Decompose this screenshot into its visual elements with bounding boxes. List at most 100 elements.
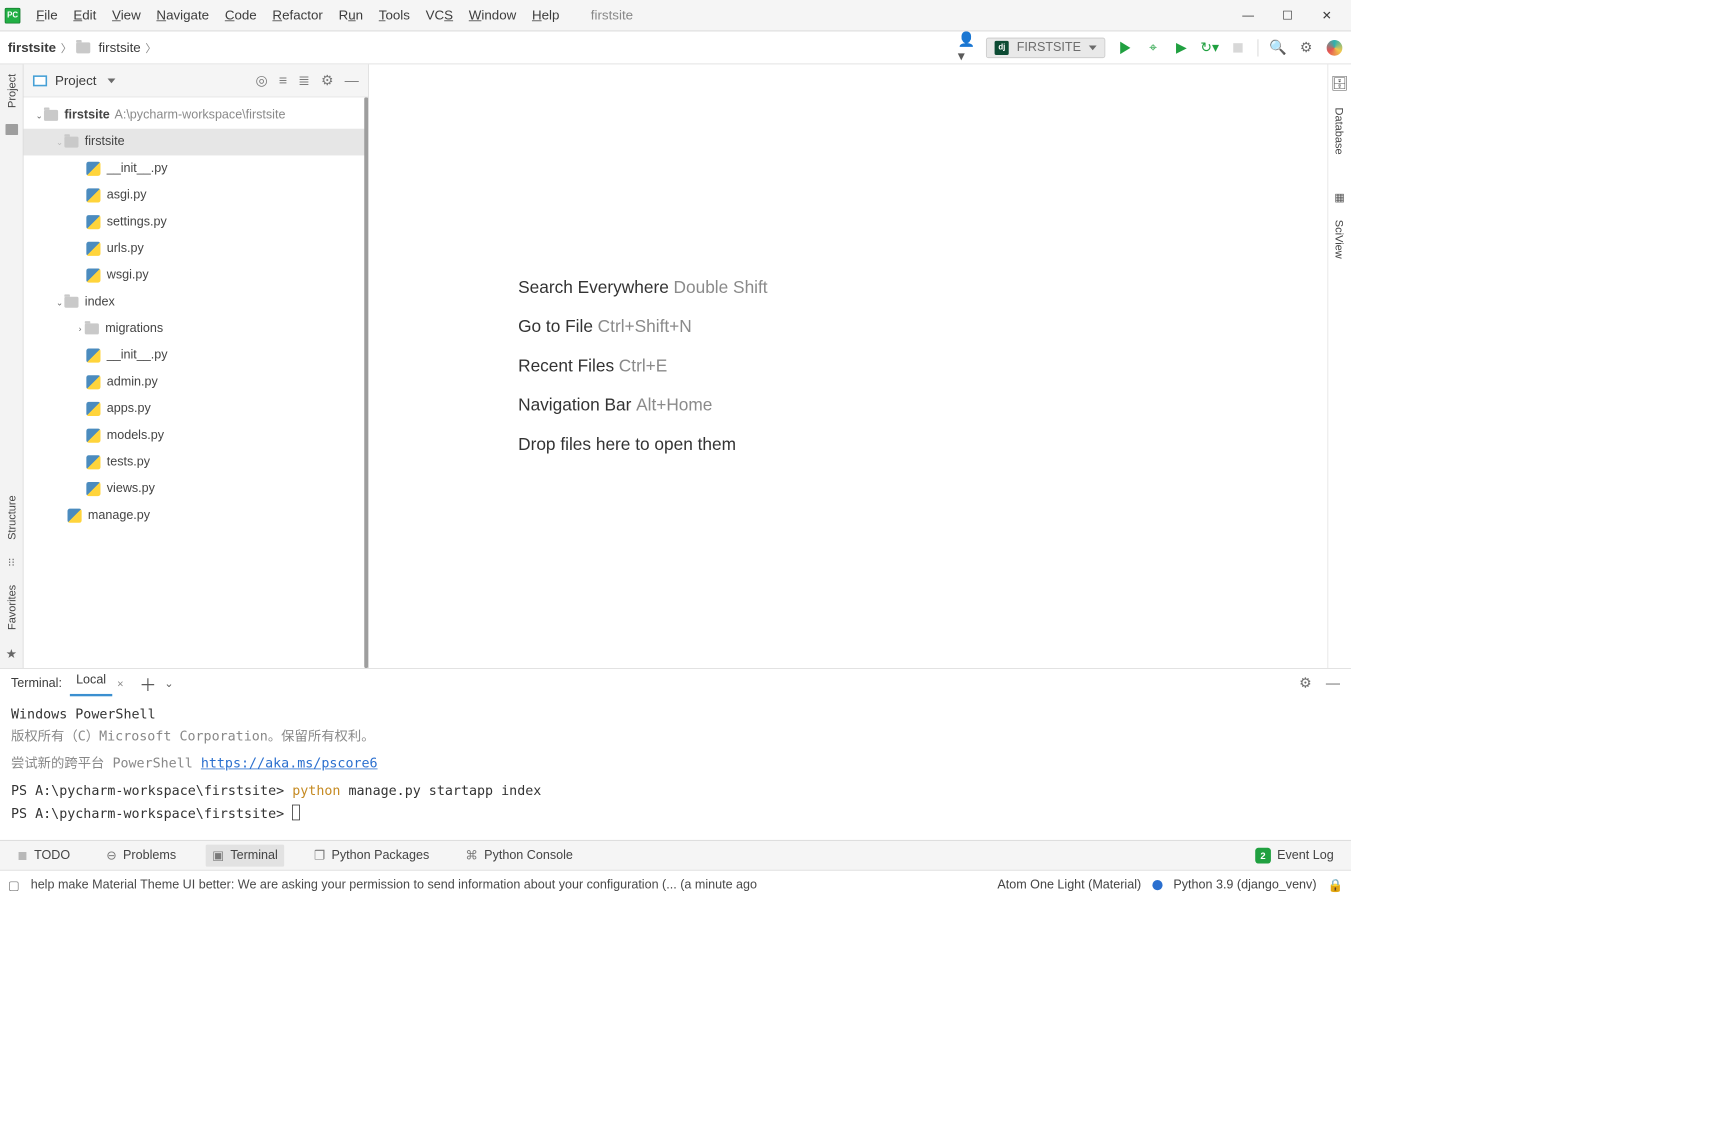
hide-icon[interactable]: —	[1326, 675, 1340, 691]
chevron-down-icon[interactable]	[107, 78, 115, 83]
hint-drop-files: Drop files here to open them	[518, 434, 736, 454]
menu-edit[interactable]: Edit	[65, 4, 104, 26]
menu-tools[interactable]: Tools	[371, 4, 418, 26]
python-file-icon	[86, 455, 100, 469]
tree-folder-index[interactable]: ⌄ index	[24, 289, 369, 316]
python-icon: ⌘	[465, 847, 478, 863]
tool-tab-project[interactable]: Project	[5, 69, 18, 113]
python-file-icon	[86, 349, 100, 363]
tool-tab-favorites[interactable]: Favorites	[5, 580, 18, 635]
tree-file[interactable]: models.py	[24, 422, 369, 449]
status-message[interactable]: help make Material Theme UI better: We a…	[31, 878, 757, 892]
project-header-label[interactable]: Project	[55, 73, 97, 89]
menu-help[interactable]: Help	[524, 4, 567, 26]
tool-tab-terminal[interactable]: ▣Terminal	[206, 844, 284, 866]
menu-code[interactable]: Code	[217, 4, 265, 26]
sciview-icon[interactable]: ▦	[1334, 191, 1344, 204]
maximize-button[interactable]: ☐	[1268, 0, 1307, 31]
tree-file[interactable]: settings.py	[24, 209, 369, 236]
menu-run[interactable]: Run	[331, 4, 371, 26]
menu-file[interactable]: File	[28, 4, 65, 26]
tree-folder-migrations[interactable]: › migrations	[24, 316, 369, 343]
terminal-output[interactable]: Windows PowerShell 版权所有（C）Microsoft Corp…	[0, 698, 1351, 840]
gear-icon[interactable]: ⚙	[321, 72, 334, 88]
chevron-right-icon: 〉	[145, 40, 156, 56]
run-button[interactable]	[1116, 39, 1133, 56]
tree-file[interactable]: urls.py	[24, 236, 369, 263]
tree-file[interactable]: admin.py	[24, 369, 369, 396]
tool-tab-todo[interactable]: ≣TODO	[11, 844, 76, 866]
terminal-tab-local[interactable]: Local	[70, 670, 113, 696]
tool-tab-event-log[interactable]: 2Event Log	[1249, 844, 1340, 866]
caret-down-icon[interactable]: ⌄	[55, 297, 64, 307]
add-user-icon[interactable]: 👤▾	[958, 39, 975, 56]
tree-file[interactable]: tests.py	[24, 449, 369, 476]
status-interpreter[interactable]: Python 3.9 (django_venv)	[1173, 878, 1316, 892]
debug-button[interactable]: ⌖	[1145, 39, 1162, 56]
run-config-selector[interactable]: dj FIRSTSITE	[986, 37, 1105, 57]
expand-all-icon[interactable]: ≡	[279, 72, 287, 88]
rerun-button[interactable]: ↻▾	[1201, 39, 1218, 56]
warning-icon: ⊖	[106, 847, 117, 863]
menu-navigate[interactable]: Navigate	[149, 4, 217, 26]
tool-window-toggle-icon[interactable]: ▢	[8, 877, 20, 893]
stop-button[interactable]	[1229, 39, 1246, 56]
hint-search-everywhere: Search EverywhereDouble Shift	[518, 277, 768, 297]
tool-tab-problems[interactable]: ⊖Problems	[100, 844, 182, 866]
add-terminal-icon[interactable]: ＋	[139, 671, 156, 696]
collapse-all-icon[interactable]: ≣	[298, 72, 310, 88]
window-title: firstsite	[591, 7, 633, 23]
project-view-icon	[33, 75, 47, 86]
tree-file[interactable]: views.py	[24, 476, 369, 503]
breadcrumb-child[interactable]: firstsite	[98, 40, 140, 56]
tool-tab-sciview[interactable]: SciView	[1333, 215, 1346, 263]
django-icon: dj	[995, 40, 1009, 54]
tree-node-label: manage.py	[88, 509, 150, 523]
tool-tab-python-packages[interactable]: ❒Python Packages	[308, 844, 436, 866]
tree-node-label: urls.py	[107, 242, 144, 256]
menu-window[interactable]: Window	[461, 4, 524, 26]
caret-down-icon[interactable]: ⌄	[55, 137, 64, 147]
tree-node-label: __init__.py	[107, 349, 168, 363]
tool-tab-structure[interactable]: Structure	[5, 491, 18, 545]
caret-right-icon[interactable]: ›	[75, 324, 84, 333]
settings-icon[interactable]: ⚙	[1298, 39, 1315, 56]
gear-icon[interactable]: ⚙	[1299, 675, 1312, 691]
lock-icon[interactable]: 🔒	[1327, 877, 1343, 893]
tree-file-manage[interactable]: manage.py	[24, 502, 369, 529]
chevron-down-icon[interactable]: ⌄	[164, 677, 173, 690]
left-tool-strip: Project Structure ⁝⁝ Favorites ★	[0, 64, 24, 667]
hint-goto-file: Go to FileCtrl+Shift+N	[518, 317, 692, 337]
folder-icon	[64, 137, 78, 148]
menu-view[interactable]: View	[104, 4, 148, 26]
tree-root-path: A:\pycharm-workspace\firstsite	[114, 108, 285, 122]
tree-folder-firstsite[interactable]: ⌄ firstsite	[24, 129, 369, 156]
tree-file[interactable]: __init__.py	[24, 155, 369, 182]
minimize-button[interactable]: —	[1229, 0, 1268, 31]
tool-tab-python-console[interactable]: ⌘Python Console	[459, 844, 579, 866]
locate-icon[interactable]: ◎	[256, 72, 268, 88]
tree-root[interactable]: ⌄ firstsite A:\pycharm-workspace\firstsi…	[24, 102, 369, 129]
search-icon[interactable]: 🔍	[1269, 39, 1286, 56]
hide-icon[interactable]: —	[345, 72, 359, 88]
close-button[interactable]: ✕	[1307, 0, 1346, 31]
project-tree[interactable]: ⌄ firstsite A:\pycharm-workspace\firstsi…	[24, 97, 369, 667]
breadcrumb[interactable]: firstsite 〉 firstsite 〉	[8, 40, 157, 56]
run-coverage-button[interactable]: ▶	[1173, 39, 1190, 56]
caret-down-icon[interactable]: ⌄	[35, 110, 44, 120]
status-theme[interactable]: Atom One Light (Material)	[997, 878, 1141, 892]
tree-file[interactable]: __init__.py	[24, 342, 369, 369]
tree-file[interactable]: asgi.py	[24, 182, 369, 209]
close-tab-icon[interactable]: ×	[117, 677, 123, 690]
menu-vcs[interactable]: VCS	[418, 4, 461, 26]
status-indicator-icon	[1152, 880, 1162, 890]
ide-services-icon[interactable]	[1326, 39, 1343, 56]
tree-file[interactable]: apps.py	[24, 396, 369, 423]
tree-file[interactable]: wsgi.py	[24, 262, 369, 289]
breadcrumb-root[interactable]: firstsite	[8, 40, 56, 56]
database-icon[interactable]: 🗄	[1331, 75, 1349, 91]
menu-refactor[interactable]: Refactor	[265, 4, 331, 26]
tool-tab-database[interactable]: Database	[1333, 103, 1346, 159]
pscore-link[interactable]: https://aka.ms/pscore6	[201, 756, 378, 772]
project-files-icon[interactable]	[5, 124, 18, 135]
